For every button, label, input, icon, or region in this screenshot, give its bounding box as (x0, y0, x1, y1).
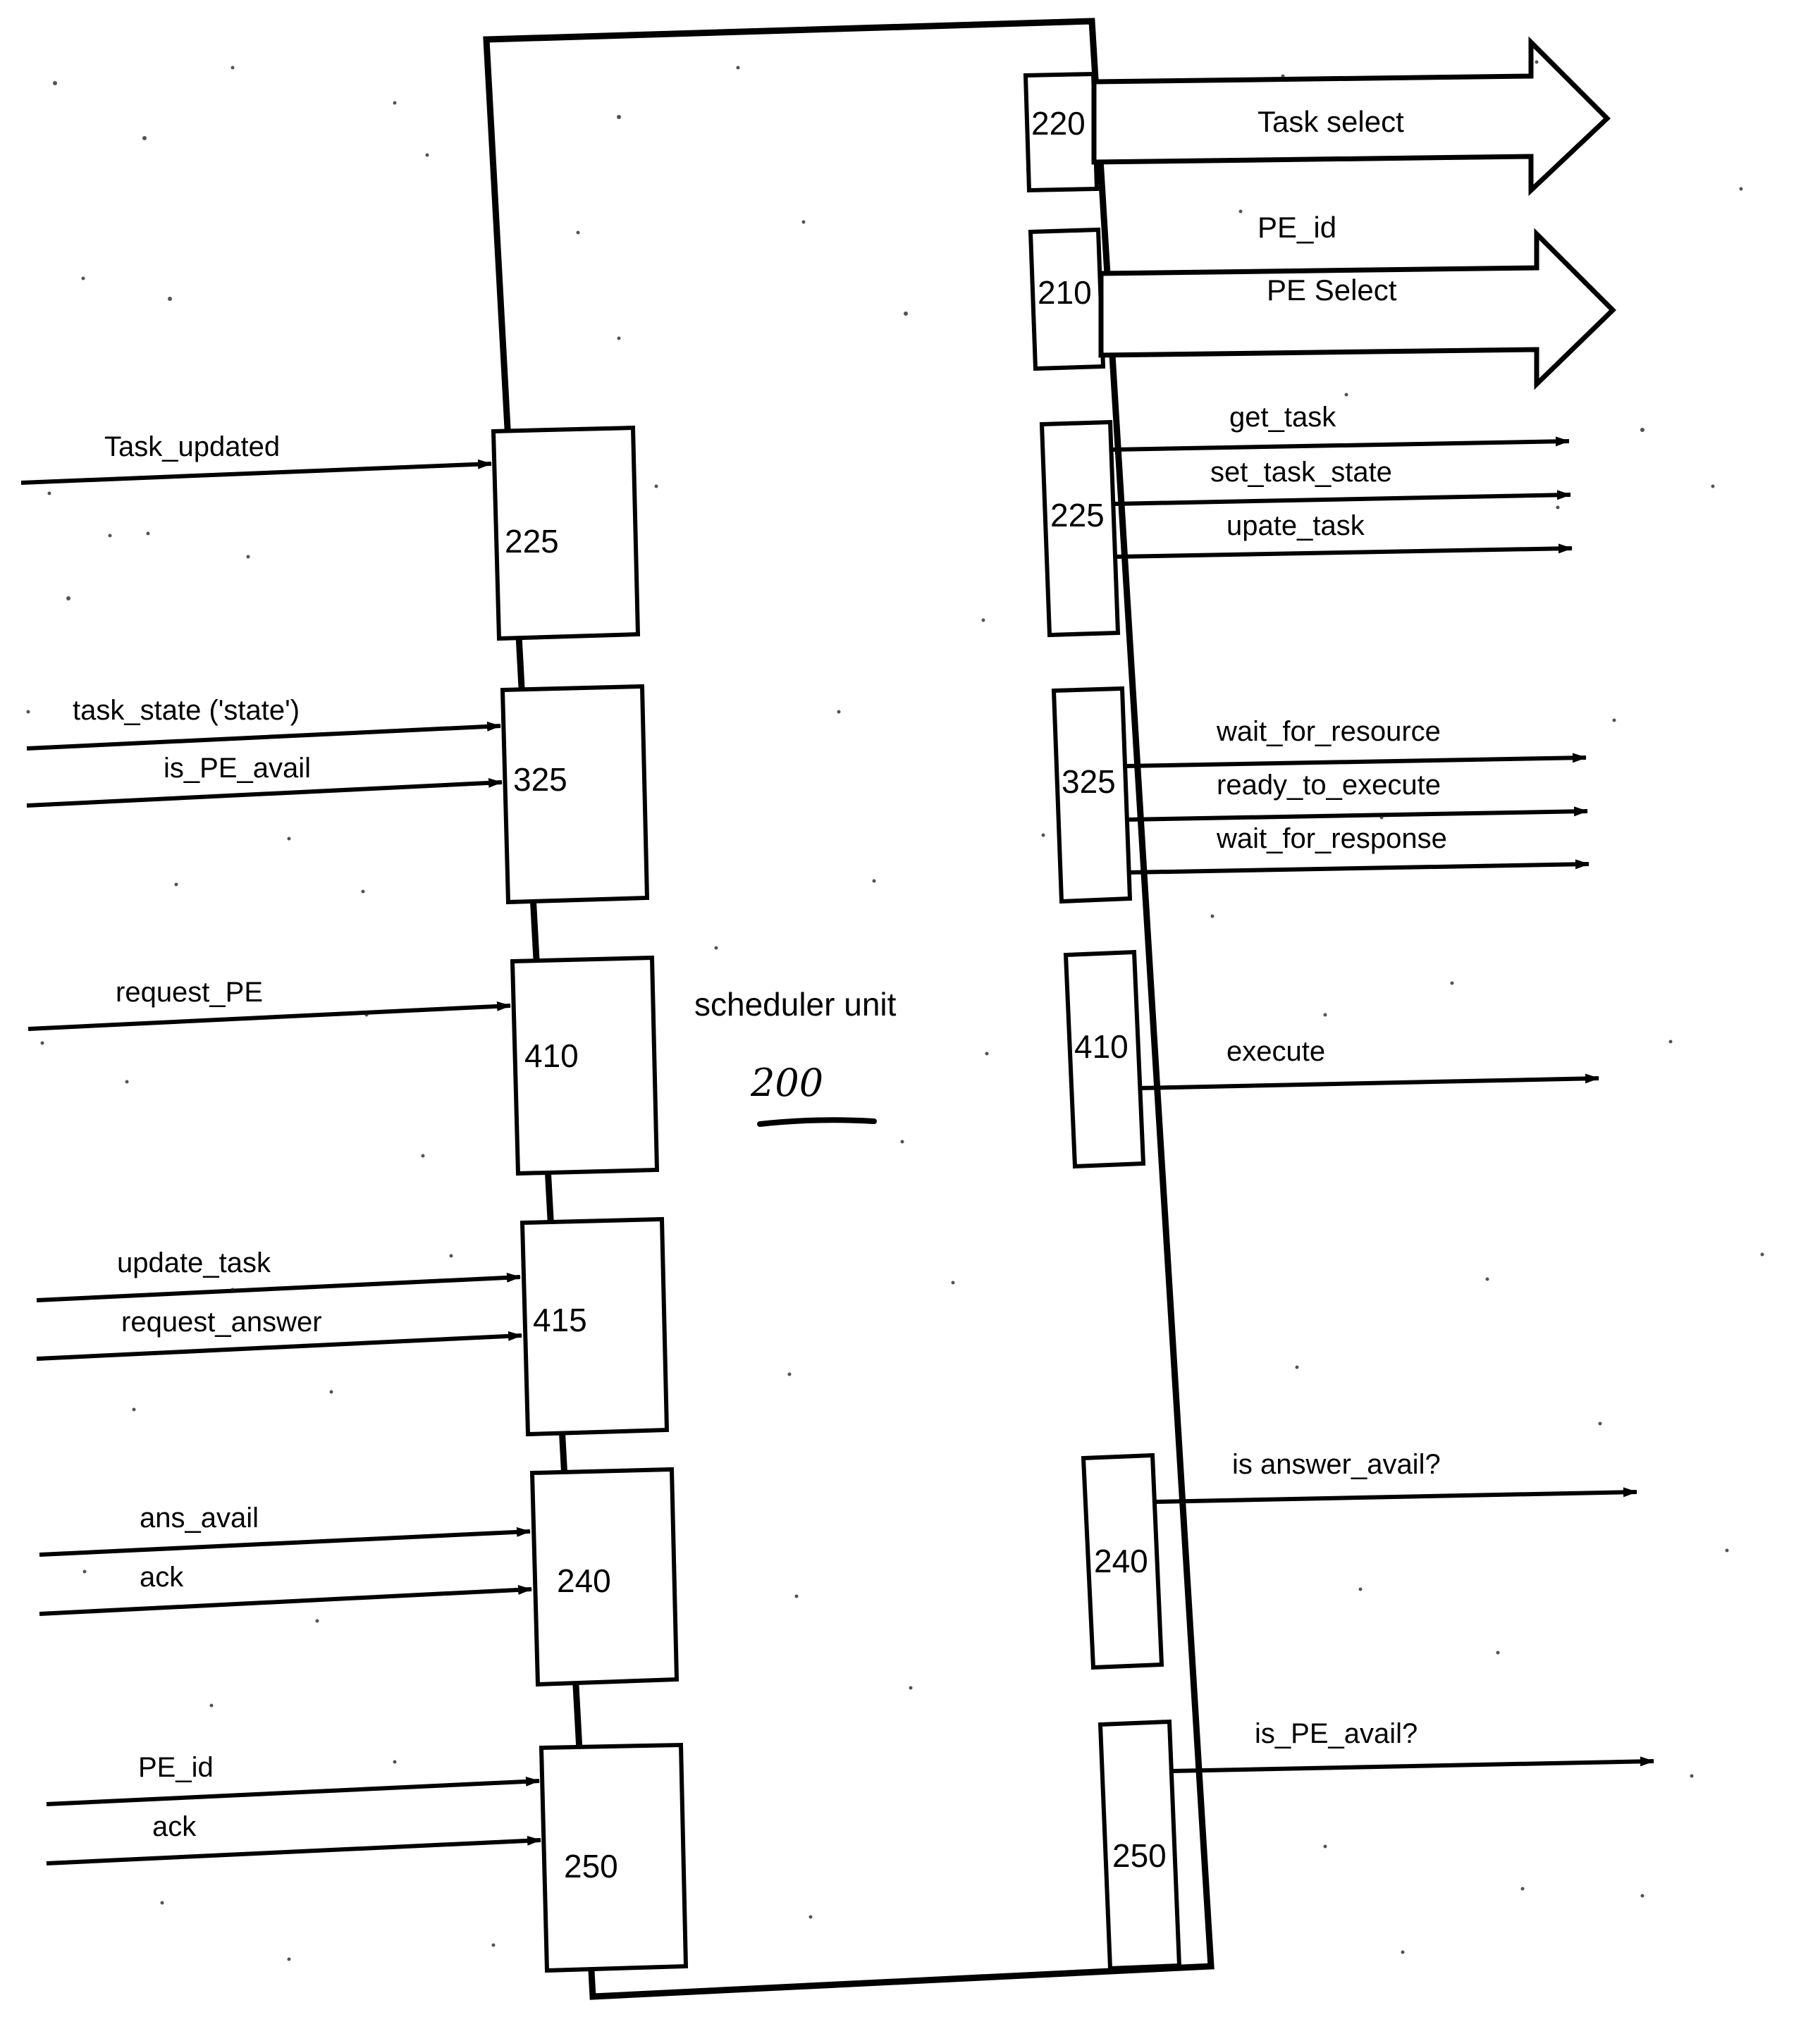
right-port-number-225r: 225 (1050, 497, 1105, 533)
output-label-get-task: get_task (1229, 402, 1336, 433)
input-arrow-update-task (36, 1272, 521, 1302)
output-arrow-is-answer-avail (1153, 1487, 1637, 1504)
left-port-number-225: 225 (505, 523, 559, 560)
output-label-task-select: Task select (1258, 105, 1404, 138)
right-port-number-250r: 250 (1112, 1837, 1167, 1874)
output-arrow-is-pe-avail (1171, 1756, 1654, 1773)
input-arrow-ack-240 (39, 1584, 532, 1616)
output-label-execute: execute (1226, 1036, 1326, 1067)
left-port-number-250: 250 (564, 1848, 618, 1885)
input-label-ans-avail: ans_avail (140, 1503, 259, 1534)
output-label-upate-task: upate_task (1226, 510, 1365, 541)
input-arrow-ack-250 (46, 1835, 541, 1865)
right-port-number-240r: 240 (1094, 1543, 1148, 1579)
input-label-ack-240: ack (140, 1562, 184, 1593)
left-port-number-325: 325 (513, 761, 567, 798)
output-arrow-wait-for-response (1127, 859, 1590, 875)
input-label-task-updated: Task_updated (104, 431, 281, 462)
right-port-number-210: 210 (1038, 274, 1092, 311)
left-port-number-240: 240 (557, 1562, 611, 1599)
output-label-is-answer-avail: is answer_avail? (1232, 1449, 1441, 1480)
output-arrow-wait-for-resource (1124, 753, 1587, 768)
output-arrow-set-task-state (1113, 490, 1571, 506)
diagram-svg (20, 18, 1764, 2000)
block-arrow-pe-select (1098, 228, 1616, 390)
diagram-canvas: Task_updated task_state ('state') is_PE_… (0, 0, 1820, 2017)
input-arrow-ans-avail (39, 1526, 531, 1557)
input-arrow-task-state (26, 721, 501, 751)
input-arrow-pe-id (46, 1776, 540, 1806)
page-title: scheduler unit (694, 986, 897, 1023)
output-arrow-upate-task (1114, 543, 1573, 559)
input-label-is-pe-avail: is_PE_avail (164, 753, 312, 784)
output-label-wait-for-response: wait_for_response (1217, 823, 1447, 854)
input-label-update-task: update_task (117, 1247, 271, 1278)
input-label-ack-250: ack (152, 1811, 197, 1842)
input-label-request-pe: request_PE (116, 977, 264, 1008)
handwritten-underline (757, 1117, 877, 1127)
output-arrow-ready-to-execute (1126, 806, 1588, 822)
input-arrow-task-updated (20, 459, 492, 485)
output-label-pe-select: PE Select (1267, 273, 1397, 307)
right-port-number-325r: 325 (1062, 763, 1116, 800)
input-arrow-request-answer (36, 1331, 522, 1361)
output-label-set-task-state: set_task_state (1210, 457, 1392, 488)
output-label-ready-to-execute: ready_to_execute (1217, 770, 1441, 801)
unit-reference-number: 200 (751, 1061, 824, 1105)
right-port-number-220: 220 (1031, 105, 1086, 142)
left-port-number-410: 410 (524, 1037, 579, 1074)
left-port-number-415: 415 (533, 1302, 587, 1338)
output-label-wait-for-resource: wait_for_resource (1217, 716, 1441, 747)
right-port-number-410r: 410 (1074, 1028, 1129, 1065)
output-arrow-get-task (1112, 436, 1570, 452)
output-arrow-execute (1138, 1073, 1599, 1090)
input-arrow-is-pe-avail (26, 777, 503, 808)
input-label-request-answer: request_answer (121, 1307, 322, 1338)
input-label-task-state: task_state ('state') (73, 695, 300, 726)
input-arrow-request-pe (27, 1001, 511, 1031)
output-label-is-pe-avail: is_PE_avail? (1255, 1718, 1418, 1749)
input-label-pe-id: PE_id (138, 1752, 214, 1783)
output-label-pe-id: PE_id (1258, 211, 1337, 244)
